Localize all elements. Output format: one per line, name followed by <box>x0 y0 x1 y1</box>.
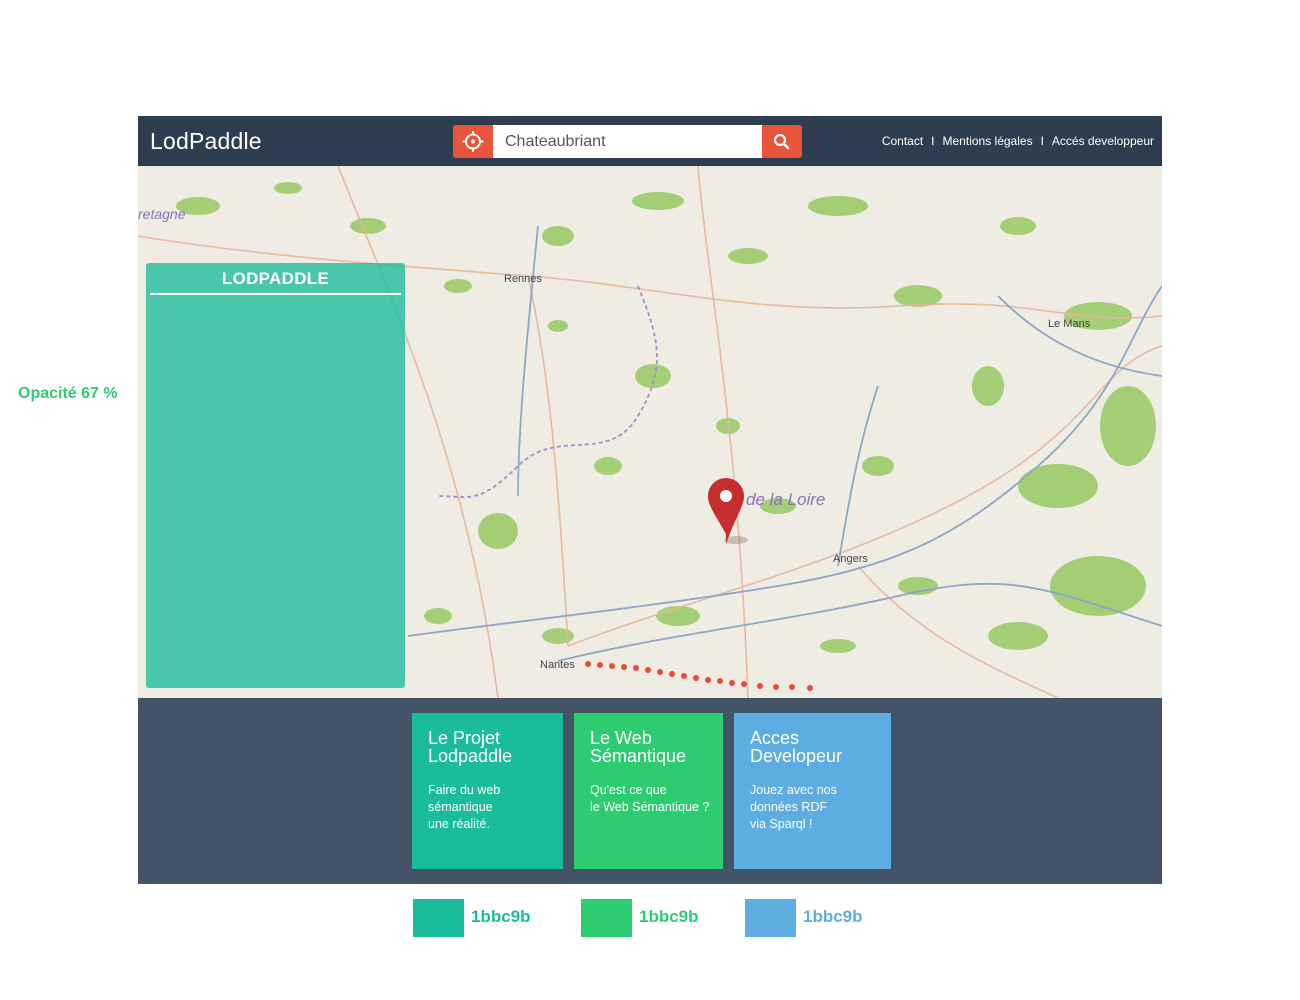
label-rennes: Rennes <box>504 273 542 285</box>
color-swatch-teal <box>413 899 464 937</box>
card-description: Faire du web sémantique une réalité. <box>428 783 501 831</box>
nav-separator: I <box>1040 134 1044 148</box>
crosshair-icon <box>462 131 484 152</box>
swatch-label-teal: 1bbc9b <box>471 907 531 926</box>
label-le-mans: Le Mans <box>1048 318 1091 330</box>
side-panel-title: LODPADDLE <box>221 269 330 288</box>
side-panel: LODPADDLE <box>146 263 405 688</box>
opacity-annotation: Opacité 67 % <box>18 385 118 402</box>
locate-button[interactable] <box>453 125 493 158</box>
label-region: de la Loire <box>746 490 825 509</box>
label-bretagne: retagne <box>138 206 186 222</box>
search-input[interactable] <box>493 125 762 158</box>
nav-acces-developpeur[interactable]: Accés developpeur <box>1052 134 1154 148</box>
app-window: LodPaddle Contact I <box>138 116 1162 884</box>
card-description: Qu'est ce que le Web Sémantique ? <box>590 783 710 814</box>
card-description: Jouez avec nos données RDF via Sparql ! <box>750 783 837 831</box>
search-icon <box>773 133 790 150</box>
top-bar: LodPaddle Contact I <box>138 116 1162 166</box>
card-title: Acces Developeur <box>750 728 843 766</box>
app-logo[interactable]: LodPaddle <box>150 128 262 155</box>
nav-separator: I <box>931 134 935 148</box>
nav-contact[interactable]: Contact <box>882 134 923 148</box>
search-bar <box>453 125 803 158</box>
color-swatch-green <box>581 899 632 937</box>
card-acces-developpeur[interactable]: Acces Developeur Jouez avec nos données … <box>734 713 891 869</box>
color-swatch-blue <box>745 899 796 937</box>
swatch-label-blue: 1bbc9b <box>803 907 863 926</box>
label-nantes: Nantes <box>540 659 575 671</box>
search-button[interactable] <box>762 125 802 158</box>
card-projet-lodpaddle[interactable]: Le Projet Lodpaddle Faire du web sémanti… <box>412 713 563 869</box>
side-panel-divider <box>150 293 401 295</box>
nav-mentions-legales[interactable]: Mentions légales <box>943 134 1033 148</box>
swatch-label-green: 1bbc9b <box>639 907 699 926</box>
card-title: Le Projet Lodpaddle <box>428 728 513 766</box>
label-angers: Angers <box>833 553 868 565</box>
card-web-semantique[interactable]: Le Web Sémantique Qu'est ce que le Web S… <box>574 713 723 869</box>
bottom-band: Le Projet Lodpaddle Faire du web sémanti… <box>138 698 1162 884</box>
top-nav: Contact I Mentions légales I Accés developpe… <box>882 134 1154 148</box>
card-title: Le Web Sémantique <box>590 728 687 766</box>
